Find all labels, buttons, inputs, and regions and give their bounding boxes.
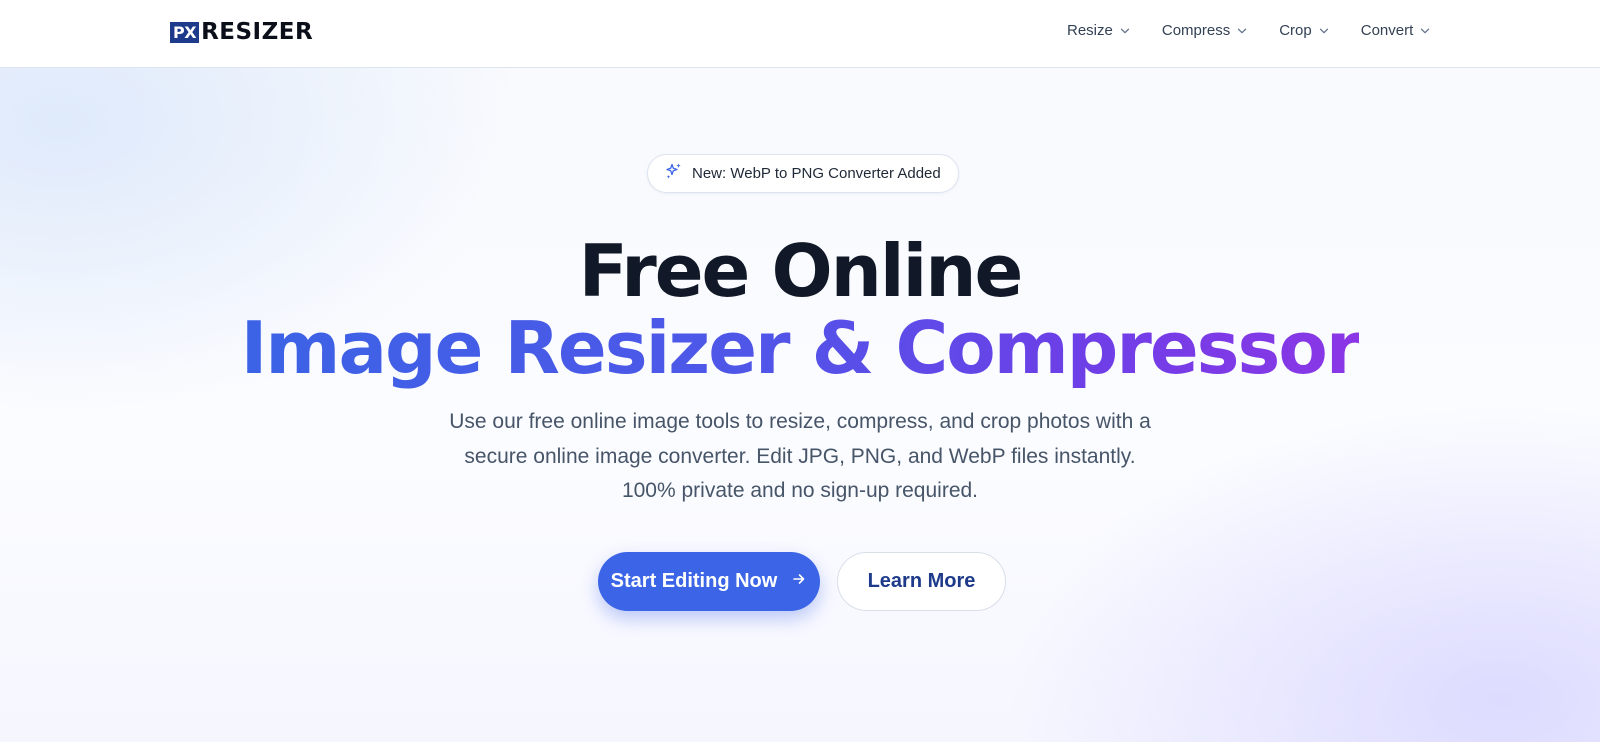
hero-headline-line-2: Image Resizer & Compressor [0, 303, 1600, 393]
nav-item-label: Crop [1279, 22, 1312, 39]
chevron-down-icon [1120, 26, 1130, 36]
nav-item-resize[interactable]: Resize [1067, 22, 1130, 39]
learn-more-button[interactable]: Learn More [837, 552, 1006, 611]
hero-subtitle: Use our free online image tools to resiz… [400, 405, 1200, 509]
subtitle-line: 100% private and no sign-up required. [621, 479, 979, 502]
nav-item-crop[interactable]: Crop [1279, 22, 1329, 39]
arrow-right-icon [791, 570, 807, 593]
main-nav: Resize Compress Crop Convert [1067, 22, 1430, 39]
nav-item-label: Resize [1067, 22, 1113, 39]
nav-item-convert[interactable]: Convert [1361, 22, 1431, 39]
chevron-down-icon [1420, 26, 1430, 36]
nav-item-label: Convert [1360, 22, 1414, 39]
announcement-badge[interactable]: New: WebP to PNG Converter Added [647, 154, 959, 193]
chevron-down-icon [1319, 26, 1329, 36]
nav-item-label: Compress [1161, 22, 1231, 39]
sparkles-icon [665, 162, 683, 185]
start-editing-button[interactable]: Start Editing Now [598, 552, 820, 611]
subtitle-line: secure online image converter. Edit JPG,… [464, 444, 1136, 468]
badge-text: New: WebP to PNG Converter Added [692, 165, 941, 182]
logo-text: RESIZER [201, 19, 314, 45]
subtitle-line: Use our free online image tools to resiz… [449, 410, 1151, 433]
start-editing-label: Start Editing Now [610, 570, 778, 592]
hero-headline-gradient-text: Image Resizer & Compressor [240, 306, 1362, 390]
chevron-down-icon [1237, 26, 1247, 36]
logo[interactable]: PX RESIZER [170, 19, 314, 45]
page: PX RESIZER Resize Compress Crop Convert … [0, 0, 1600, 742]
logo-mark: PX [170, 21, 200, 43]
site-header: PX RESIZER Resize Compress Crop Convert [0, 0, 1600, 68]
learn-more-label: Learn More [867, 570, 976, 592]
nav-item-compress[interactable]: Compress [1162, 22, 1247, 39]
